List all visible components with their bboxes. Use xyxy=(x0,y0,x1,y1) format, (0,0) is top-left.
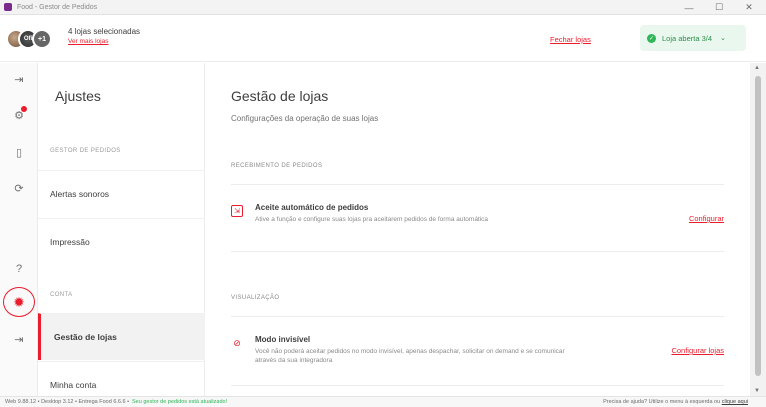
configure-stores-link[interactable]: Configurar lojas xyxy=(671,346,724,355)
settings-icon: ✹ xyxy=(13,293,25,310)
stores-selected-label: 4 lojas selecionadas xyxy=(68,27,141,36)
page-subtitle: Configurações da operação de suas lojas xyxy=(231,114,379,123)
store-avatars[interactable]: Ofi +1 xyxy=(6,29,52,49)
store-count-badge: +1 xyxy=(32,29,52,49)
help-text: Precisa de ajuda? Utilize o menu à esque… xyxy=(603,399,748,405)
app-header: Ofi +1 4 lojas selecionadas Ver mais loj… xyxy=(0,15,766,62)
settings-sidebar: Ajustes GESTOR DE PEDIDOS Alertas sonoro… xyxy=(38,63,205,396)
configure-auto-accept-link[interactable]: Configurar xyxy=(689,214,724,223)
notification-dot xyxy=(21,106,27,112)
settings-button[interactable]: ✹ xyxy=(3,287,35,317)
exit-icon[interactable]: ⇥ xyxy=(9,329,29,349)
close-window-button[interactable]: ✕ xyxy=(736,0,762,15)
invisible-mode-description: Você não poderá aceitar pedidos no modo … xyxy=(255,348,565,364)
nav-item-printing[interactable]: Impressão xyxy=(38,218,205,265)
auto-accept-title: Aceite automático de pedidos xyxy=(255,203,369,212)
auto-accept-description: Ative a função e configure suas lojas pr… xyxy=(255,216,489,223)
invisible-mode-row: ⊘ Modo invisível Você não poderá aceitar… xyxy=(231,335,724,375)
orders-icon[interactable]: ⚙ xyxy=(9,105,29,125)
see-more-stores-link[interactable]: Ver mais lojas xyxy=(68,38,140,45)
maximize-button[interactable]: ☐ xyxy=(706,0,732,15)
settings-heading: Ajustes xyxy=(55,88,101,104)
divider xyxy=(231,316,724,317)
section-title-view: VISUALIZAÇÃO xyxy=(231,295,280,301)
version-info: Web 9.88.12 • Desktop 3.12 • Entrega Foo… xyxy=(5,399,130,405)
nav-item-store-management[interactable]: Gestão de lojas xyxy=(38,313,205,360)
divider xyxy=(231,184,724,185)
help-link[interactable]: clique aqui xyxy=(722,399,748,405)
auto-accept-icon: ⇲ xyxy=(231,205,243,217)
stores-info: 4 lojas selecionadas Ver mais lojas xyxy=(68,27,140,45)
logout-icon[interactable]: ⇥ xyxy=(9,69,29,89)
divider xyxy=(231,251,724,252)
scroll-down-arrow-icon[interactable]: ▼ xyxy=(754,388,760,394)
page-title: Gestão de lojas xyxy=(231,88,329,104)
section-label-account: CONTA xyxy=(50,292,73,298)
window-title: Food - Gestor de Pedidos xyxy=(17,3,98,11)
divider xyxy=(231,385,724,386)
refresh-icon[interactable]: ⟳ xyxy=(9,178,29,198)
store-status-label: Loja aberta 3/4 xyxy=(662,33,713,43)
update-status: Seu gestor de pedidos está atualizado! xyxy=(132,399,228,405)
nav-item-sound-alerts[interactable]: Alertas sonoros xyxy=(38,170,205,217)
store-status-dropdown[interactable]: ✓ Loja aberta 3/4 ⌄ xyxy=(640,25,746,51)
clipboard-icon[interactable]: ▯ xyxy=(9,142,29,162)
close-stores-link[interactable]: Fechar lojas xyxy=(550,35,591,44)
section-title-receiving: RECEBIMENTO DE PEDIDOS xyxy=(231,163,323,169)
main-content: Gestão de lojas Configurações da operaçã… xyxy=(205,63,750,396)
scroll-up-arrow-icon[interactable]: ▲ xyxy=(754,65,760,71)
status-bar: Web 9.88.12 • Desktop 3.12 • Entrega Foo… xyxy=(0,396,766,407)
check-circle-icon: ✓ xyxy=(647,33,656,43)
help-icon[interactable]: ? xyxy=(9,259,29,279)
scrollbar[interactable]: ▲ ▼ xyxy=(750,63,766,396)
section-label-orders: GESTOR DE PEDIDOS xyxy=(50,148,121,154)
invisible-mode-title: Modo invisível xyxy=(255,335,311,344)
help-prompt: Precisa de ajuda? Utilize o menu à esque… xyxy=(603,399,721,405)
scrollbar-thumb[interactable] xyxy=(755,76,761,376)
auto-accept-row: ⇲ Aceite automático de pedidos Ative a f… xyxy=(231,203,724,243)
window-titlebar: Food - Gestor de Pedidos — ☐ ✕ xyxy=(0,0,766,15)
chevron-down-icon: ⌄ xyxy=(720,35,726,42)
eye-off-icon: ⊘ xyxy=(233,337,241,348)
app-icon xyxy=(4,3,12,11)
left-rail: ⇥ ⚙ ▯ ⟳ ? ✹ ⇥ xyxy=(0,63,38,396)
minimize-button[interactable]: — xyxy=(676,0,702,15)
